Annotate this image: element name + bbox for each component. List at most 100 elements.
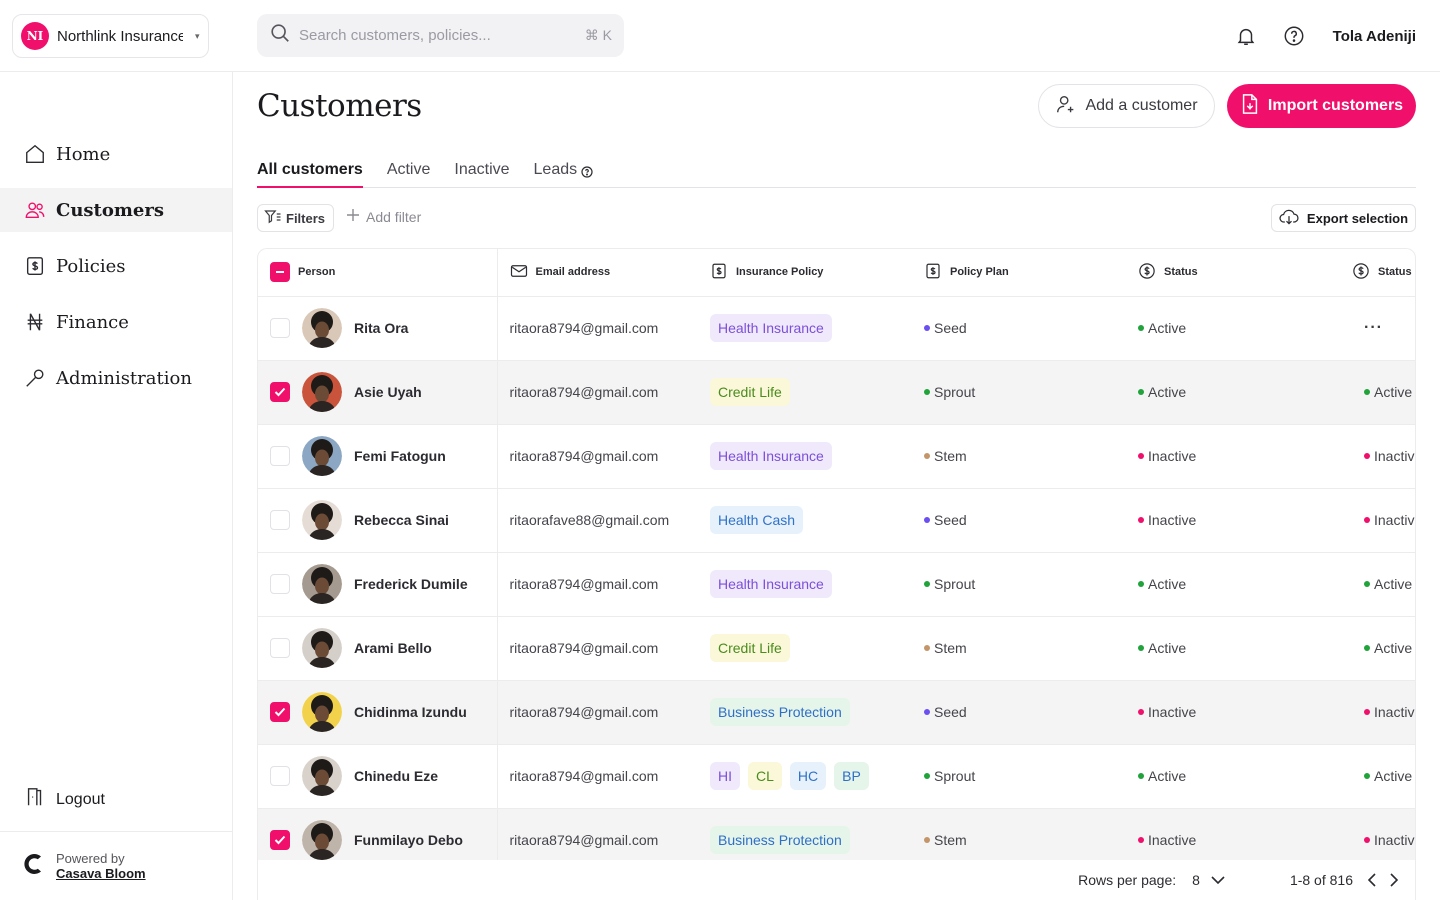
status-cell: Active [1138, 296, 1352, 361]
row-checkbox[interactable] [270, 446, 290, 466]
row-checkbox[interactable] [270, 830, 290, 850]
status-text: Inactive [1148, 512, 1197, 528]
row-checkbox[interactable] [270, 510, 290, 530]
select-all-checkbox[interactable] [270, 262, 290, 283]
chevron-right-icon[interactable] [1383, 869, 1405, 891]
policy-tag: Credit Life [710, 634, 790, 662]
person-name[interactable]: Chidinma Izundu [354, 704, 467, 720]
info-icon[interactable] [581, 162, 593, 186]
policy-tag: Health Cash [710, 506, 804, 534]
status-text: Inactive [1148, 448, 1197, 464]
avatar [302, 500, 342, 540]
plan-cell: Stem [924, 616, 1138, 681]
add-filter-button[interactable]: Add filter [346, 208, 421, 225]
row-checkbox[interactable] [270, 766, 290, 786]
status-cell: Active [1138, 360, 1352, 425]
chevron-left-icon[interactable] [1361, 869, 1383, 891]
search-bar[interactable]: ⌘ K [257, 14, 624, 57]
org-switcher[interactable]: NI Northlink Insurance ▾ [12, 14, 209, 58]
person-name[interactable]: Rebecca Sinai [354, 512, 449, 528]
status-cell: Active [1352, 640, 1415, 656]
status-dot [1364, 773, 1370, 779]
more-icon[interactable]: ··· [1352, 319, 1383, 336]
status-2-cell: Active [1352, 552, 1415, 617]
status-cell: Inactive [1352, 512, 1415, 528]
sidebar-item-label: Customers [56, 199, 164, 221]
powered-by: Powered by Casava Bloom [0, 831, 232, 900]
table-row[interactable]: Arami Bello ritaora8794@gmail.com Credit… [258, 616, 1415, 681]
policy-document-icon [924, 262, 942, 283]
person-name[interactable]: Asie Uyah [354, 384, 422, 400]
sidebar-item-customers[interactable]: Customers [0, 188, 232, 232]
status-text: Active [1374, 384, 1413, 400]
tab-all-customers[interactable]: All customers [257, 158, 363, 188]
plan-text: Stem [934, 448, 967, 464]
search-input[interactable] [299, 27, 577, 44]
tab-leads[interactable]: Leads [534, 158, 594, 188]
person-name[interactable]: Funmilayo Debo [354, 832, 463, 848]
row-checkbox[interactable] [270, 318, 290, 338]
row-checkbox[interactable] [270, 638, 290, 658]
plan-text: Seed [934, 512, 967, 528]
brand-link[interactable]: Casava Bloom [56, 866, 146, 881]
person-name[interactable]: Rita Ora [354, 320, 408, 336]
column-status[interactable]: Status [1138, 249, 1352, 297]
email-cell: ritaora8794@gmail.com [497, 680, 710, 745]
rows-per-page-select[interactable]: 8 [1192, 872, 1226, 888]
table-row[interactable]: Rebecca Sinai ritaorafave88@gmail.com He… [258, 488, 1415, 553]
column-person[interactable]: Person [258, 249, 498, 297]
export-label: Export selection [1306, 210, 1409, 226]
customers-table: Person Email address Insurance Policy Po… [257, 248, 1416, 900]
row-checkbox[interactable] [270, 382, 290, 402]
person-cell: Asie Uyah [258, 360, 498, 425]
import-customers-button[interactable]: Import customers [1227, 84, 1416, 128]
status-cell: Inactive [1138, 424, 1352, 489]
table-row[interactable]: Chinedu Eze ritaora8794@gmail.com HI CL HC… [258, 744, 1415, 809]
tab-inactive[interactable]: Inactive [454, 158, 509, 188]
table-row[interactable]: Frederick Dumile ritaora8794@gmail.com H… [258, 552, 1415, 617]
person-name[interactable]: Chinedu Eze [354, 768, 438, 784]
page-title: Customers [257, 88, 422, 124]
email-cell: ritaora8794@gmail.com [497, 552, 710, 617]
import-customers-label: Import customers [1267, 97, 1404, 114]
tab-active[interactable]: Active [387, 158, 431, 188]
policy-tag: BP [834, 762, 869, 790]
status-text: Active [1374, 640, 1413, 656]
person-cell: Chidinma Izundu [258, 680, 498, 745]
row-checkbox[interactable] [270, 702, 290, 722]
help-icon[interactable] [1281, 23, 1307, 49]
person-name[interactable]: Frederick Dumile [354, 576, 468, 592]
sidebar-item-administration[interactable]: Administration [0, 356, 232, 400]
column-plan[interactable]: Policy Plan [924, 249, 1138, 297]
status-cell: Active [1352, 384, 1415, 400]
row-checkbox[interactable] [270, 574, 290, 594]
table-row[interactable]: Chidinma Izundu ritaora8794@gmail.com Bu… [258, 680, 1415, 745]
bell-icon[interactable] [1233, 23, 1259, 49]
person-name[interactable]: Femi Fatogun [354, 448, 446, 464]
user-menu[interactable]: Tola Adeniji [1333, 28, 1416, 45]
filters-button[interactable]: Filters [257, 204, 335, 232]
table-row[interactable]: Rita Ora ritaora8794@gmail.com Health In… [258, 296, 1415, 361]
policy-cell: Credit Life [710, 360, 924, 425]
person-cell: Rita Ora [258, 296, 498, 361]
column-email[interactable]: Email address [497, 249, 710, 297]
table-row[interactable]: Asie Uyah ritaora8794@gmail.com Credit L… [258, 360, 1415, 425]
add-customer-button[interactable]: Add a customer [1038, 84, 1215, 128]
plan-text: Seed [934, 704, 967, 720]
export-selection-button[interactable]: Export selection [1271, 204, 1416, 232]
column-status-2[interactable]: Status [1352, 249, 1415, 297]
status-cell: Inactive [1352, 448, 1415, 464]
mail-icon [510, 263, 528, 282]
policy-tag: Business Protection [710, 826, 850, 854]
plan-dot [924, 645, 930, 651]
policy-tag: Health Insurance [710, 570, 832, 598]
logout-button[interactable]: Logout [24, 786, 105, 813]
column-label: Status [1164, 266, 1198, 279]
table-row[interactable]: Femi Fatogun ritaora8794@gmail.com Healt… [258, 424, 1415, 489]
status-dot [1138, 581, 1144, 587]
column-policy[interactable]: Insurance Policy [710, 249, 924, 297]
sidebar-item-home[interactable]: Home [0, 132, 232, 176]
sidebar-item-finance[interactable]: Finance [0, 300, 232, 344]
sidebar-item-policies[interactable]: Policies [0, 244, 232, 288]
person-name[interactable]: Arami Bello [354, 640, 432, 656]
